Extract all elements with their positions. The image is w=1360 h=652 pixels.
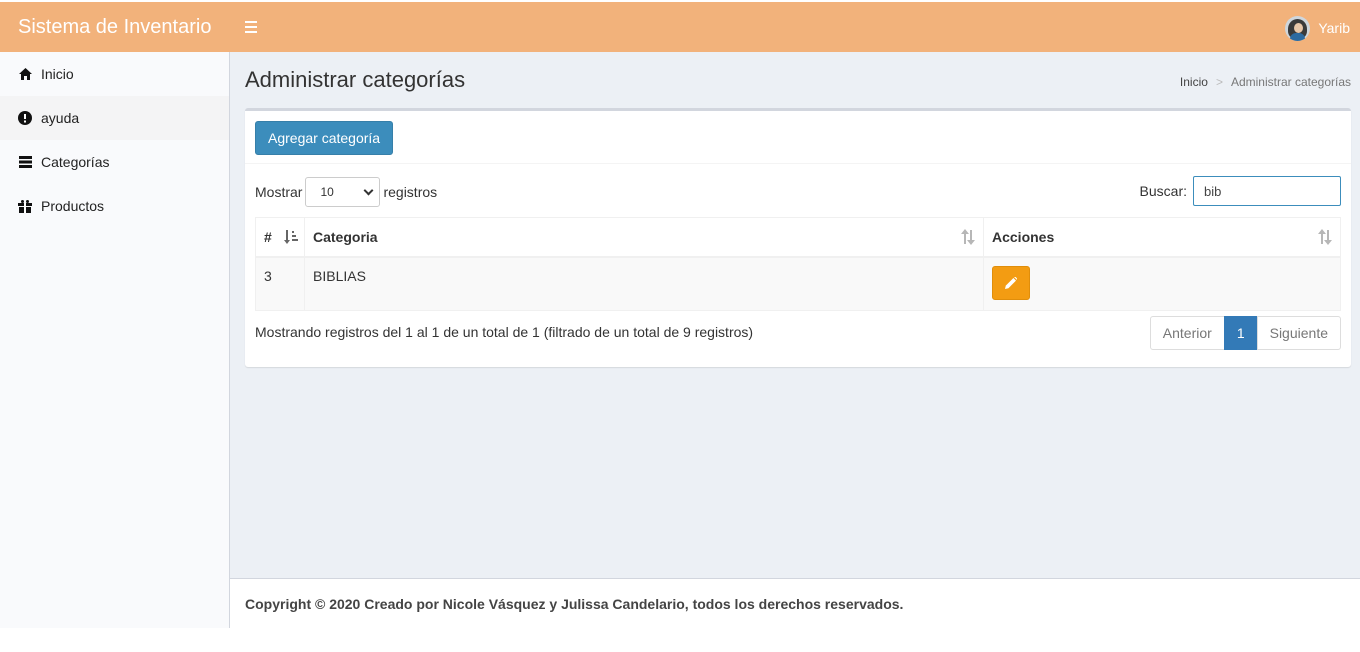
copyright-text: Copyright © 2020 Creado por Nicole Vásqu…	[245, 596, 904, 612]
pagination-page-1[interactable]: 1	[1223, 316, 1258, 350]
app-brand[interactable]: Sistema de Inventario	[0, 2, 230, 52]
search-label: Buscar:	[1139, 183, 1187, 199]
sidebar-item-label: Categorías	[41, 154, 110, 170]
column-header-categoria[interactable]: Categoria	[304, 217, 984, 258]
info-icon	[18, 111, 32, 125]
categories-table: # Categoria Acciones 3 BIBLIAS	[255, 217, 1341, 311]
table-info: Mostrando registros del 1 al 1 de un tot…	[255, 324, 754, 340]
user-menu[interactable]: Yarib	[1285, 15, 1350, 41]
hamburger-menu-icon[interactable]	[240, 16, 262, 38]
cell-id: 3	[255, 256, 305, 311]
column-header-acciones[interactable]: Acciones	[983, 217, 1341, 258]
page-title: Administrar categorías	[245, 67, 466, 92]
user-name: Yarib	[1318, 20, 1350, 36]
breadcrumb: Inicio > Administrar categorías	[1180, 75, 1351, 89]
sidebar-item-label: Productos	[41, 198, 105, 214]
search-control: Buscar:	[1140, 176, 1341, 206]
categories-box: Agregar categoría Mostrar 10 registros B…	[245, 108, 1351, 367]
length-value: 10	[320, 185, 334, 199]
sidebar-item-productos[interactable]: Productos	[0, 184, 229, 228]
records-label: registros	[383, 184, 438, 200]
add-category-button[interactable]: Agregar categoría	[255, 121, 394, 155]
footer: Copyright © 2020 Creado por Nicole Vásqu…	[230, 578, 1360, 628]
sidebar: Inicio ayuda Categorías Productos	[0, 52, 230, 628]
sidebar-item-inicio[interactable]: Inicio	[0, 52, 229, 96]
gift-icon	[18, 199, 32, 213]
list-icon	[18, 155, 32, 169]
edit-button[interactable]	[992, 266, 1030, 300]
pagination: Anterior 1 Siguiente	[1149, 316, 1341, 350]
chevron-down-icon	[364, 185, 374, 196]
box-header: Agregar categoría	[245, 111, 1351, 164]
sort-both-icon	[961, 229, 975, 245]
breadcrumb-home[interactable]: Inicio	[1180, 75, 1208, 89]
pagination-next[interactable]: Siguiente	[1256, 316, 1341, 350]
pencil-icon	[1005, 277, 1017, 289]
sidebar-item-categorias[interactable]: Categorías	[0, 140, 229, 184]
sort-both-icon	[1318, 229, 1332, 245]
pagination-previous[interactable]: Anterior	[1149, 316, 1225, 350]
sidebar-item-ayuda[interactable]: ayuda	[0, 96, 229, 140]
sidebar-item-label: ayuda	[41, 110, 80, 126]
show-label: Mostrar	[255, 184, 303, 200]
sidebar-item-label: Inicio	[41, 66, 74, 82]
cell-category: BIBLIAS	[304, 256, 984, 311]
breadcrumb-current: Administrar categorías	[1230, 75, 1351, 89]
search-input[interactable]	[1193, 176, 1341, 206]
content-area: Administrar categorías Inicio > Administ…	[230, 52, 1360, 578]
column-header-id[interactable]: #	[255, 217, 305, 258]
table-header-row: # Categoria Acciones	[255, 217, 1341, 258]
top-navbar: Sistema de Inventario Yarib	[0, 2, 1360, 52]
table-row: 3 BIBLIAS	[255, 256, 1341, 311]
cell-actions	[983, 256, 1341, 311]
breadcrumb-separator: >	[1215, 75, 1223, 89]
avatar	[1285, 15, 1311, 41]
length-select[interactable]: 10	[305, 177, 381, 207]
length-control: Mostrar 10 registros	[255, 177, 437, 207]
sort-asc-icon	[284, 230, 298, 244]
home-icon	[18, 67, 32, 81]
